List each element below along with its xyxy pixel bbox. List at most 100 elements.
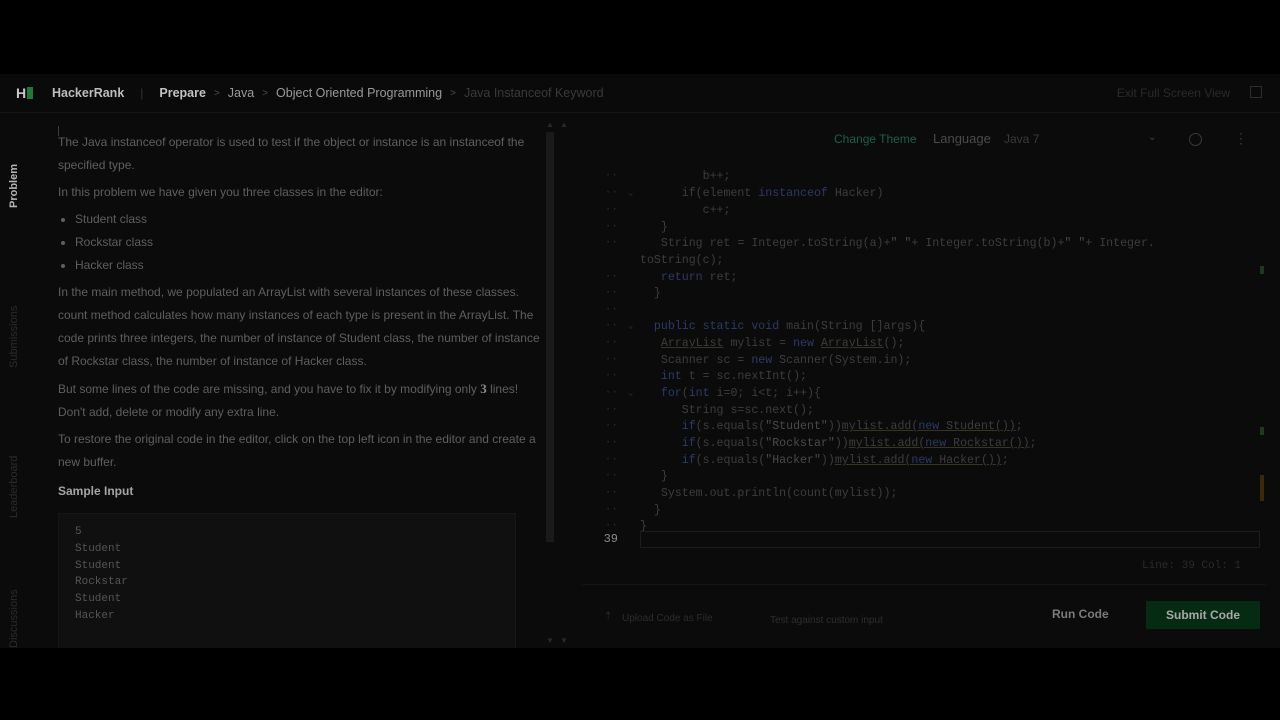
top-nav: H HackerRank | Prepare > Java > Object O… bbox=[0, 74, 1280, 113]
submit-code-button[interactable]: Submit Code bbox=[1146, 601, 1260, 629]
line-number: ·· bbox=[604, 204, 618, 216]
code-line: b++; bbox=[640, 170, 731, 183]
current-line-number: 39 bbox=[603, 532, 618, 546]
line-number: ·· bbox=[604, 221, 618, 233]
hackerrank-logo[interactable]: H bbox=[16, 85, 36, 101]
problem-statement: The Java instanceof operator is used to … bbox=[40, 114, 540, 648]
letterbox-top bbox=[0, 0, 1280, 74]
language-label: Language bbox=[933, 131, 991, 146]
problem-constraint: But some lines of the code are missing, … bbox=[58, 377, 540, 424]
line-number: ·· bbox=[604, 370, 618, 382]
code-area[interactable]: ·· b++; ·· ⌄ if(element instanceof Hacke… bbox=[582, 170, 1266, 570]
sample-line: 5 bbox=[75, 526, 82, 538]
scroll-down-icon[interactable]: ▼ bbox=[560, 636, 568, 645]
problem-scrollbar[interactable]: ▲ ▼ bbox=[544, 118, 556, 648]
code-line: } bbox=[640, 504, 661, 517]
logo-box-icon bbox=[27, 87, 34, 99]
scrollbar-thumb[interactable] bbox=[546, 132, 554, 542]
list-item: Hacker class bbox=[75, 254, 540, 277]
scroll-down-icon[interactable]: ▼ bbox=[546, 636, 554, 645]
change-theme-link[interactable]: Change Theme bbox=[834, 132, 917, 146]
sample-input-title: Sample Input bbox=[58, 484, 134, 498]
panel-divider-scroll[interactable]: ▲ ▼ bbox=[558, 118, 570, 648]
line-number: ·· bbox=[604, 437, 618, 449]
list-item: Student class bbox=[75, 208, 540, 231]
code-line: int t = sc.nextInt(); bbox=[660, 370, 807, 383]
letterbox-bottom bbox=[0, 648, 1280, 720]
code-line: for(int i=0; i<t; i++){ bbox=[660, 387, 821, 400]
overview-ruler-mark bbox=[1260, 475, 1264, 501]
history-icon[interactable] bbox=[1189, 133, 1202, 146]
more-options-icon[interactable]: ⋮ bbox=[1234, 130, 1248, 147]
problem-intro: The Java instanceof operator is used to … bbox=[58, 135, 525, 172]
line-number: ·· bbox=[604, 420, 618, 432]
exit-full-screen-icon[interactable] bbox=[1250, 86, 1262, 98]
chevron-right-icon: > bbox=[262, 87, 269, 99]
sample-line: Student bbox=[75, 593, 122, 606]
code-editor-panel: Change Theme Language Java 7 ⌄ ⋮ ·· b++;… bbox=[582, 114, 1266, 648]
tab-problem[interactable]: Problem bbox=[8, 164, 20, 208]
sample-line: Hacker bbox=[75, 609, 115, 622]
upload-code-link[interactable]: Upload Code as File bbox=[622, 613, 713, 624]
code-line: System.out.println(count(mylist)); bbox=[640, 487, 898, 500]
line-number: ·· bbox=[604, 487, 618, 499]
run-code-button[interactable]: Run Code bbox=[1052, 607, 1109, 621]
upload-icon[interactable]: ⇡ bbox=[604, 611, 612, 622]
editor-action-bar: ⇡ Upload Code as File Test against custo… bbox=[582, 584, 1266, 648]
constraint-text-a: But some lines of the code are missing, … bbox=[58, 382, 481, 396]
sample-line: Student bbox=[75, 542, 122, 555]
code-line: return ret; bbox=[660, 271, 738, 284]
breadcrumb-java[interactable]: Java bbox=[228, 86, 254, 100]
scroll-up-icon[interactable]: ▲ bbox=[546, 120, 554, 129]
custom-input-checkbox-label[interactable]: Test against custom input bbox=[770, 615, 883, 626]
line-number: ·· bbox=[604, 304, 618, 316]
problem-main-method: In the main method, we populated an Arra… bbox=[58, 285, 540, 368]
tab-discussions[interactable]: Discussions bbox=[8, 589, 20, 648]
problem-restore: To restore the original code in the edit… bbox=[58, 432, 536, 469]
line-number: ·· bbox=[604, 404, 618, 416]
line-number: ·· bbox=[604, 187, 618, 199]
nav-divider: | bbox=[140, 86, 144, 100]
line-number: ·· bbox=[604, 271, 618, 283]
class-list: Student class Rockstar class Hacker clas… bbox=[58, 208, 540, 277]
line-number: ·· bbox=[604, 504, 618, 516]
line-number: ·· bbox=[604, 520, 618, 532]
breadcrumb-oop[interactable]: Object Oriented Programming bbox=[276, 86, 442, 100]
fold-chevron-icon[interactable]: ⌄ bbox=[628, 388, 633, 398]
line-number: ·· bbox=[604, 320, 618, 332]
tab-submissions[interactable]: Submissions bbox=[8, 306, 20, 368]
language-select[interactable]: Java 7 bbox=[996, 126, 1166, 152]
problem-classes-intro: In this problem we have given you three … bbox=[58, 185, 383, 199]
code-line: if(s.equals("Student"))mylist.add(new St… bbox=[681, 420, 1023, 433]
breadcrumb-prepare[interactable]: Prepare bbox=[159, 86, 206, 100]
app-window: H HackerRank | Prepare > Java > Object O… bbox=[0, 74, 1280, 648]
line-number: ·· bbox=[604, 337, 618, 349]
brand-name[interactable]: HackerRank bbox=[52, 86, 124, 100]
fold-chevron-icon[interactable]: ⌄ bbox=[628, 321, 633, 331]
code-line: String s=sc.next(); bbox=[640, 404, 814, 417]
code-line: } bbox=[640, 221, 668, 234]
code-line: if(s.equals("Rockstar"))mylist.add(new R… bbox=[681, 437, 1037, 450]
line-number: ·· bbox=[604, 454, 618, 466]
line-number: ·· bbox=[604, 287, 618, 299]
current-line-highlight bbox=[640, 531, 1260, 548]
problem-side-tabs: Problem Submissions Leaderboard Discussi… bbox=[0, 114, 32, 648]
cursor-position-status: Line: 39 Col: 1 bbox=[1142, 560, 1242, 572]
breadcrumb-current: Java Instanceof Keyword bbox=[463, 86, 604, 100]
line-number: ·· bbox=[604, 470, 618, 482]
code-line: if(s.equals("Hacker"))mylist.add(new Hac… bbox=[681, 454, 1009, 467]
scroll-up-icon[interactable]: ▲ bbox=[560, 120, 568, 129]
logo-letter: H bbox=[16, 85, 27, 101]
code-line: Scanner sc = new Scanner(System.in); bbox=[640, 354, 912, 367]
fold-chevron-icon[interactable]: ⌄ bbox=[628, 188, 633, 198]
chevron-right-icon: > bbox=[213, 87, 220, 99]
overview-ruler-mark bbox=[1260, 266, 1264, 274]
sample-input-box: 5 Student Student Rockstar Student Hacke… bbox=[58, 513, 516, 648]
tab-leaderboard[interactable]: Leaderboard bbox=[8, 456, 20, 518]
exit-full-screen-link[interactable]: Exit Full Screen View bbox=[1117, 86, 1230, 100]
code-line: if(element instanceof Hacker) bbox=[640, 187, 884, 200]
code-line: c++; bbox=[640, 204, 731, 217]
sample-line: Rockstar bbox=[75, 576, 128, 589]
chevron-down-icon[interactable]: ⌄ bbox=[1148, 132, 1156, 143]
line-number: ·· bbox=[604, 237, 618, 249]
